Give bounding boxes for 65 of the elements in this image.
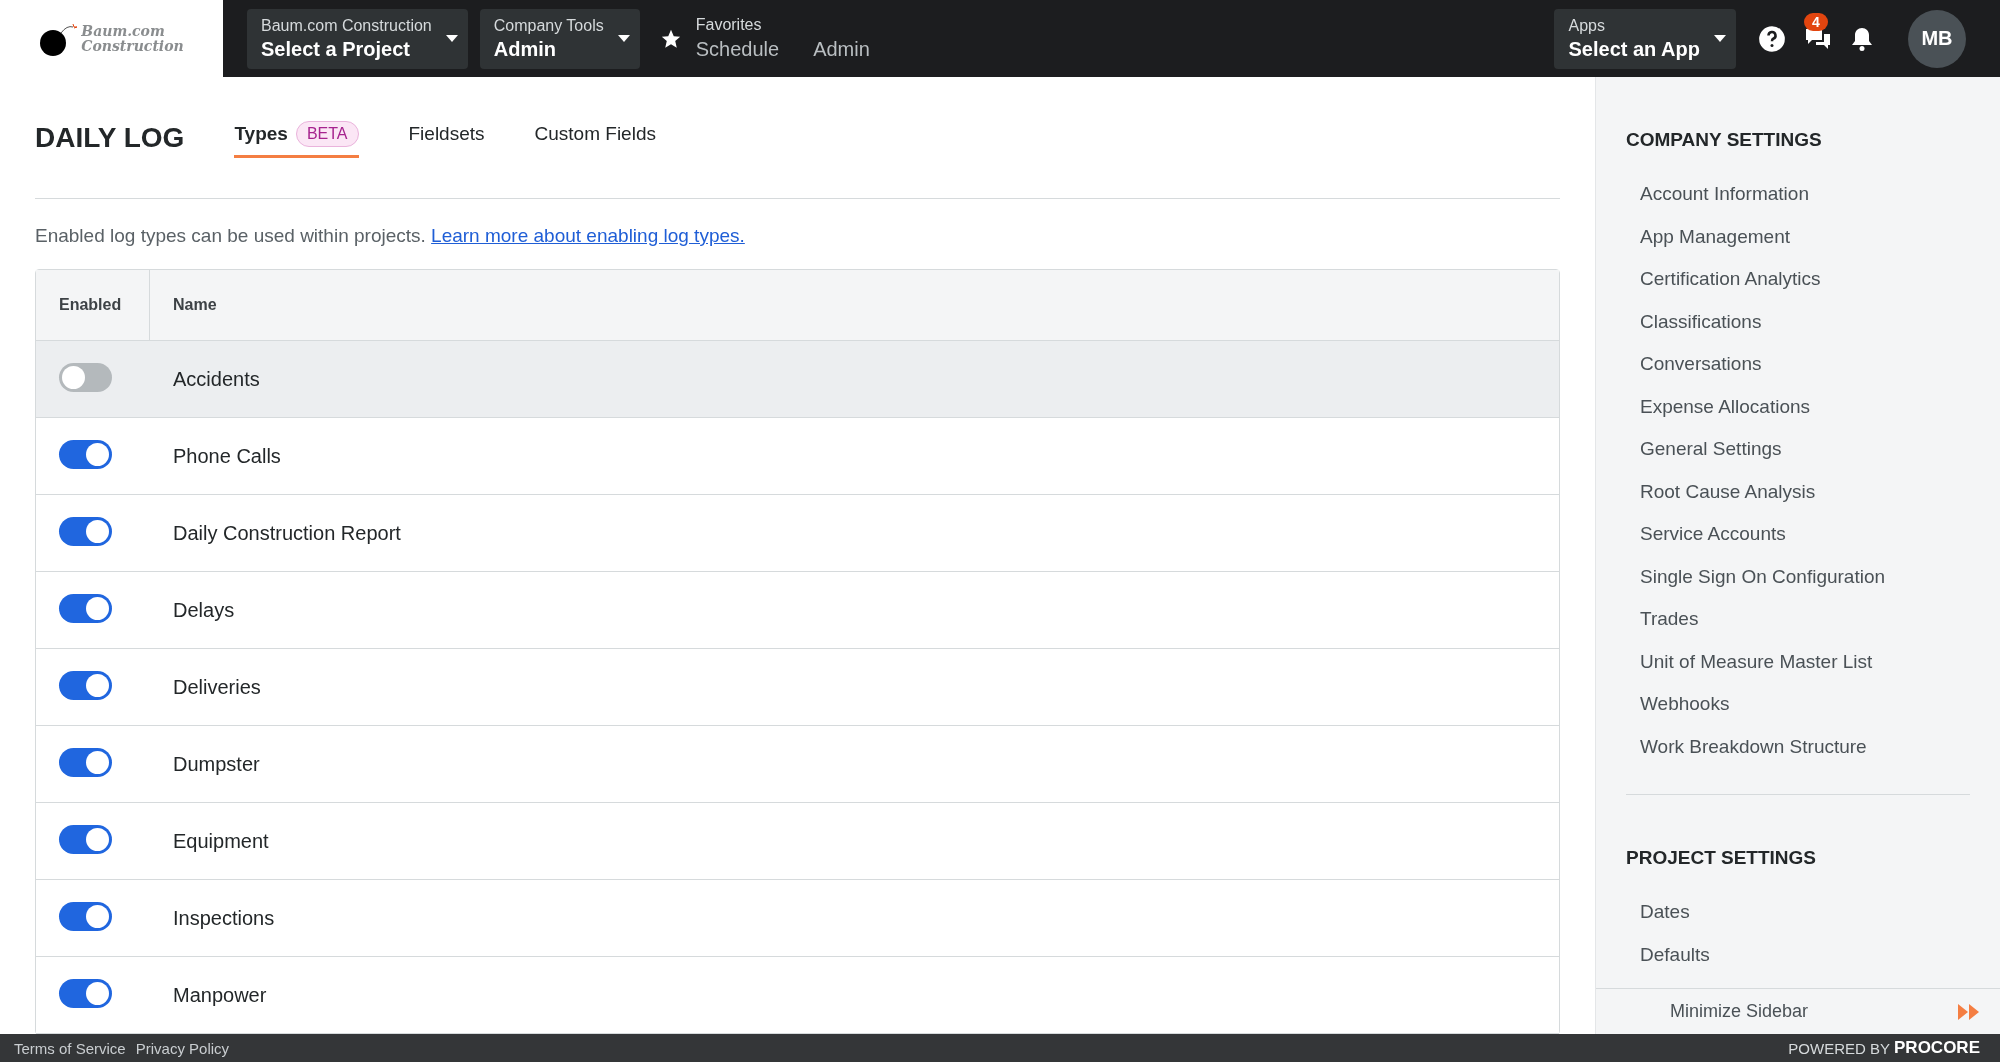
bell-icon[interactable]	[1850, 25, 1874, 52]
dropdown-button[interactable]: Apps Select an App	[1554, 8, 1736, 69]
log-type-name: Daily Construction Report	[172, 521, 401, 545]
toggle-switch[interactable]	[59, 824, 112, 854]
sidebar-link[interactable]: Certification Analytics	[1626, 258, 1970, 301]
sidebar-link[interactable]: General Settings	[1626, 428, 1970, 471]
sidebar-link[interactable]: Single Sign On Configuration	[1626, 555, 1970, 598]
caret-icon	[617, 35, 630, 42]
footer-link[interactable]: Terms of Service	[14, 1039, 126, 1057]
toggle-switch[interactable]	[59, 978, 112, 1008]
sidebar-link[interactable]: Root Cause Analysis	[1626, 470, 1970, 513]
sidebar-link[interactable]: Expense Allocations	[1626, 385, 1970, 428]
log-type-name: Delays	[172, 598, 235, 622]
log-type-name: Accidents	[172, 367, 260, 391]
favorite-link[interactable]: Schedule	[695, 38, 780, 61]
favorites-label: Favorites	[695, 16, 763, 34]
log-type-name: Deliveries	[172, 675, 261, 699]
toggle-switch[interactable]	[59, 670, 112, 700]
sidebar-link[interactable]: Service Accounts	[1626, 513, 1970, 556]
page-title: DAILY LOG	[35, 121, 185, 154]
sidebar-link[interactable]: Work Breakdown Structure	[1626, 725, 1970, 768]
toggle-switch[interactable]	[59, 516, 112, 546]
log-type-name: Manpower	[172, 983, 267, 1007]
sidebar-link[interactable]: Webhooks	[1626, 683, 1970, 726]
sidebar-link[interactable]: Classifications	[1626, 300, 1970, 343]
sidebar-link[interactable]: Conversations	[1626, 343, 1970, 386]
caret-icon	[445, 35, 458, 42]
log-type-name: Inspections	[172, 906, 275, 930]
section-title: PROJECT SETTINGS	[1626, 847, 1818, 869]
column-header: Enabled	[36, 270, 150, 340]
tab[interactable]: Types BETA	[234, 117, 359, 158]
section-title: COMPANY SETTINGS	[1626, 129, 1823, 151]
tab[interactable]: Custom Fields	[534, 117, 656, 158]
dropdown-button[interactable]: Baum.com Construction Select a Project	[247, 8, 468, 69]
help-link[interactable]: Learn more about enabling log types.	[431, 225, 745, 246]
sidebar-link[interactable]: Account Information	[1626, 173, 1970, 216]
sidebar-link[interactable]: App Management	[1626, 215, 1970, 258]
toggle-switch[interactable]	[59, 439, 112, 469]
sidebar-link[interactable]: Unit of Measure Master List	[1626, 640, 1970, 683]
toggle-switch[interactable]	[59, 747, 112, 777]
sidebar-link[interactable]: Trades	[1626, 598, 1970, 641]
logo-text: Baum.com	[81, 23, 166, 39]
beta-badge: BETA	[295, 121, 359, 147]
toggle-switch[interactable]	[59, 593, 112, 623]
caret-icon	[1714, 35, 1726, 42]
column-header: Name	[172, 295, 218, 315]
log-type-name: Equipment	[172, 829, 269, 853]
user-avatar[interactable]: MB	[1908, 9, 1966, 68]
intro-text: Enabled log types can be used within projects. Learn more about enabling log types.	[35, 225, 746, 247]
toggle-switch[interactable]	[59, 362, 112, 392]
help-icon[interactable]	[1758, 24, 1786, 53]
powered-by-text: POWERED BY	[1788, 1039, 1891, 1057]
double-chevron-icon	[1958, 1003, 1980, 1020]
sidebar-link[interactable]: Dates	[1626, 891, 1970, 934]
notification-badge: 4	[1804, 12, 1828, 31]
toggle-switch[interactable]	[59, 901, 112, 931]
dropdown-button[interactable]: Company Tools Admin	[479, 8, 640, 69]
logo-text: Construction	[81, 38, 184, 54]
log-type-name: Dumpster	[172, 752, 260, 776]
favorite-link[interactable]: Admin	[813, 38, 870, 61]
sidebar-link[interactable]: Defaults	[1626, 933, 1970, 976]
brand-logo: PROCORE	[1894, 1038, 1980, 1058]
log-type-name: Phone Calls	[172, 444, 281, 468]
tab[interactable]: Fieldsets	[408, 117, 485, 158]
footer-link[interactable]: Privacy Policy	[135, 1039, 230, 1057]
